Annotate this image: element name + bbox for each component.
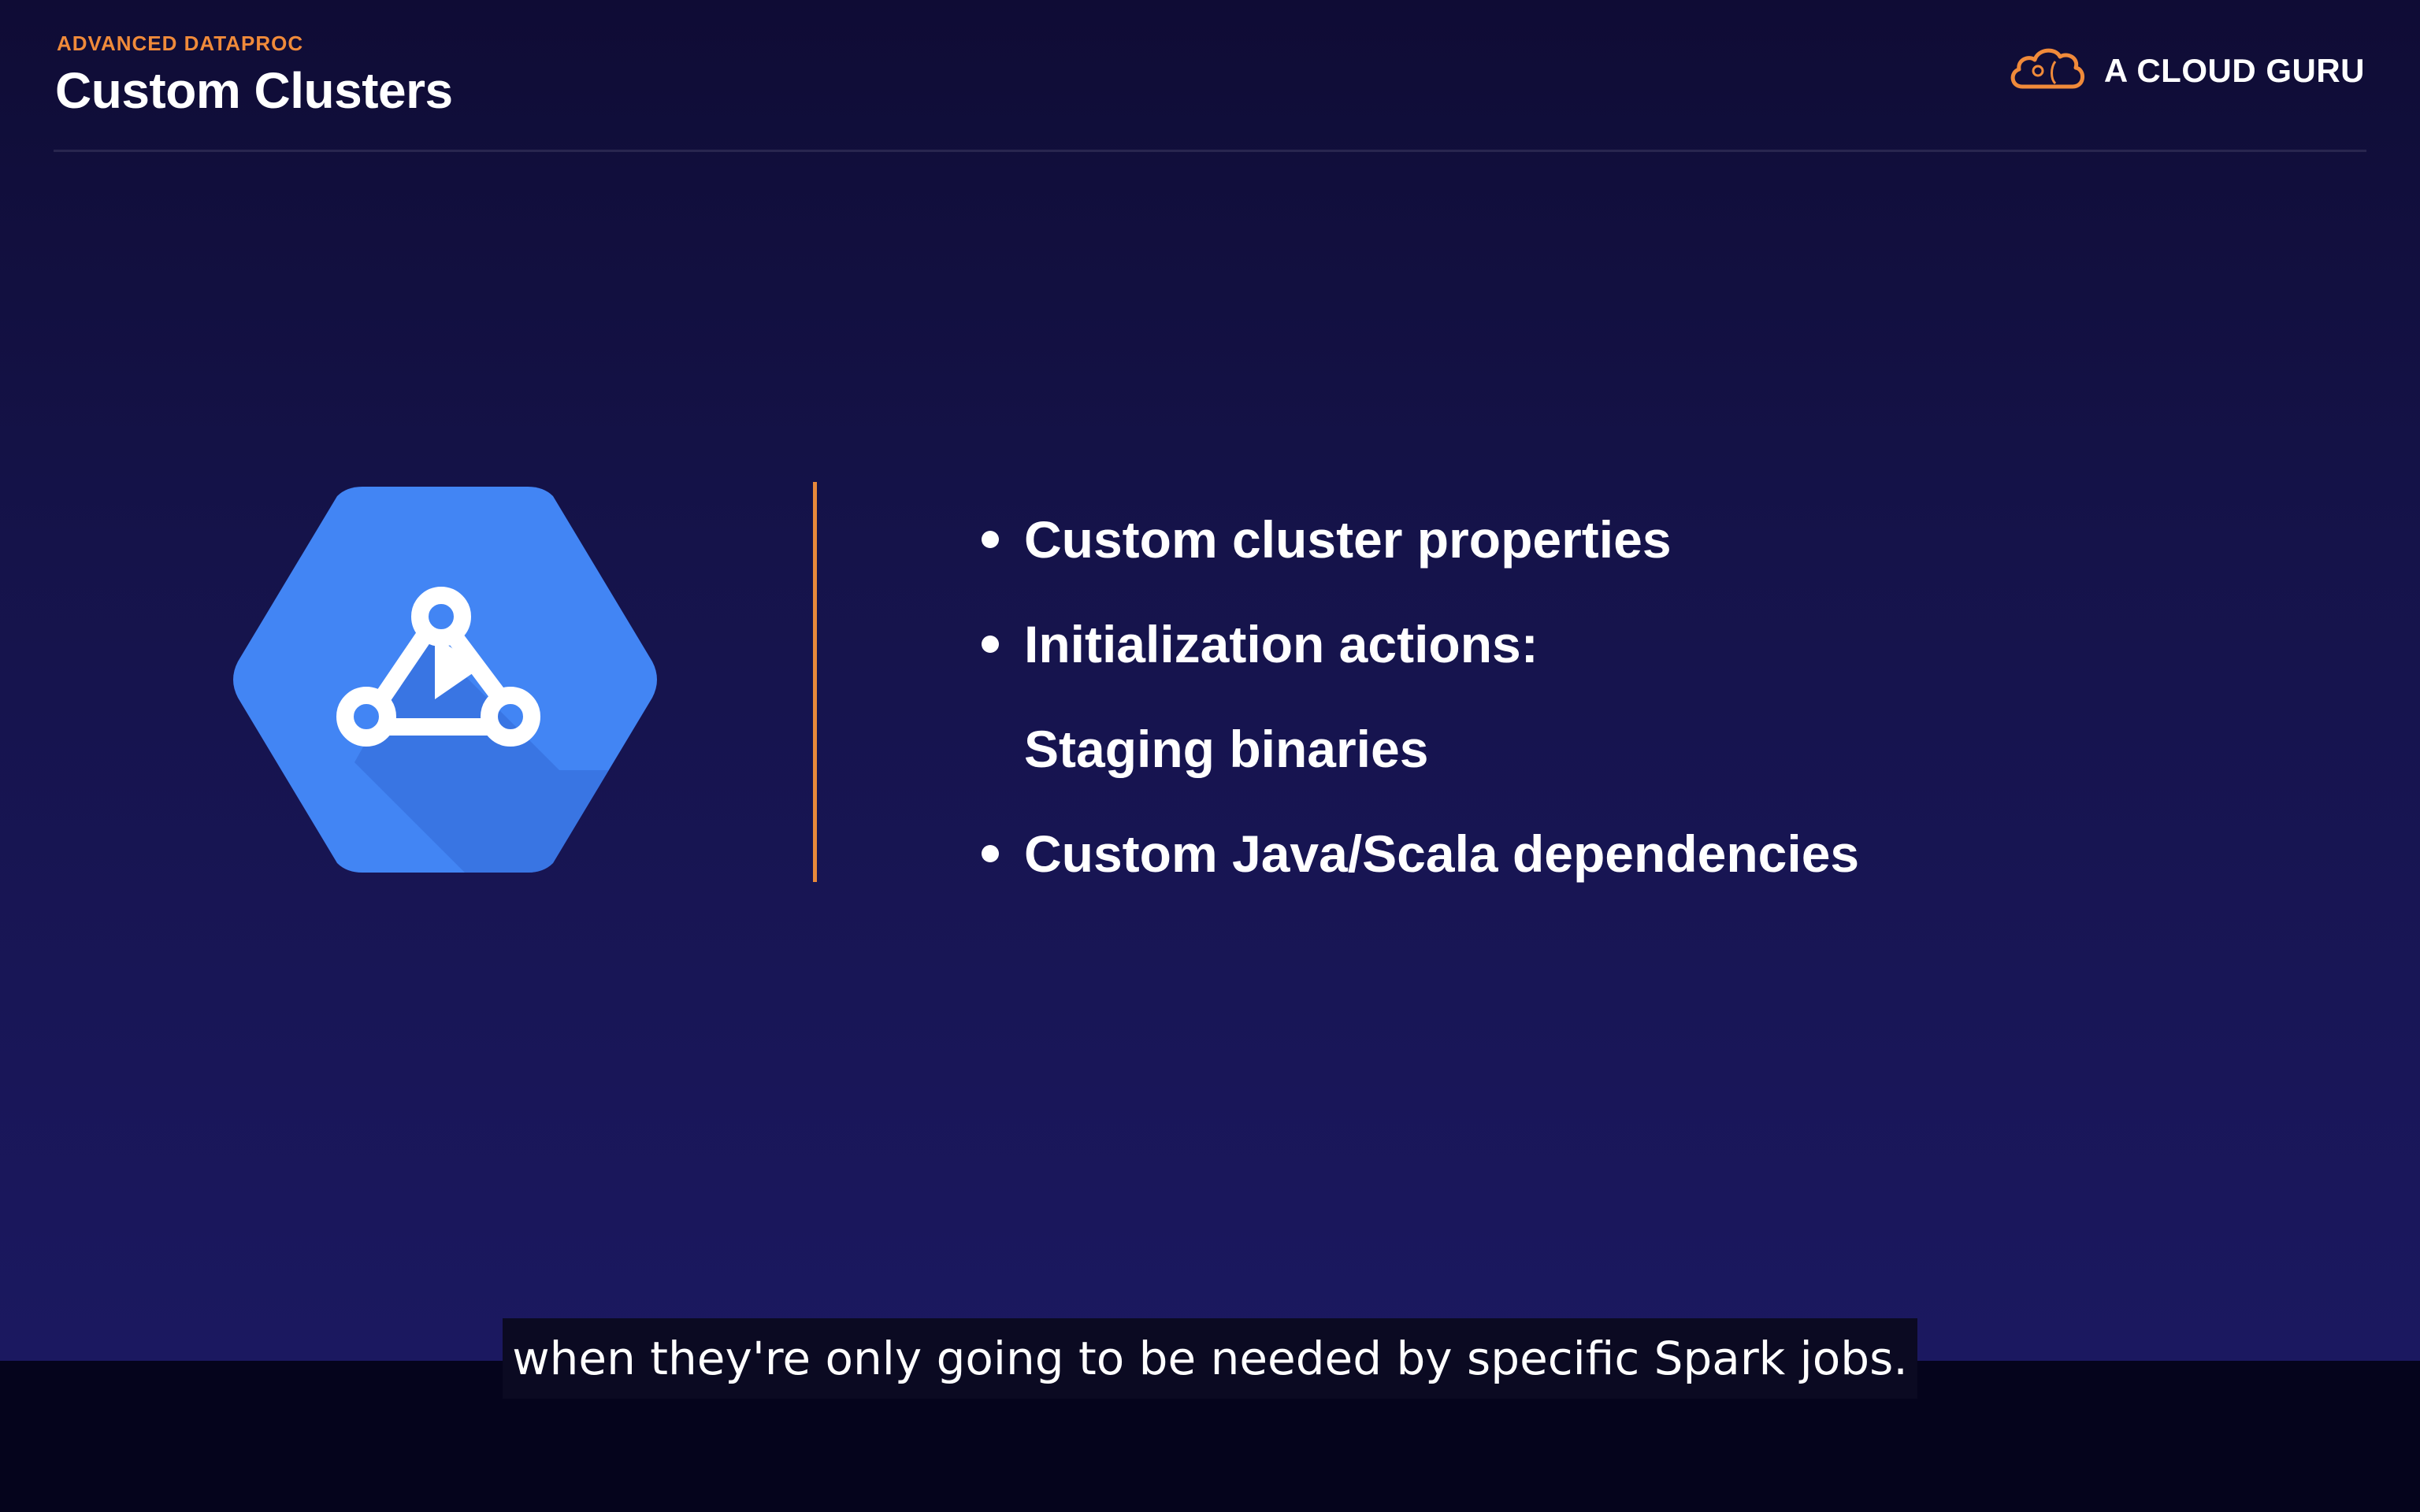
- list-item: Initialization actions:: [977, 591, 1859, 696]
- list-item: Custom Java/Scala dependencies: [977, 801, 1859, 906]
- section-divider: [813, 482, 817, 882]
- bullet-dot: [982, 635, 999, 653]
- bullet-text: Custom cluster properties: [1024, 510, 1672, 569]
- bullet-list: Custom cluster properties Initialization…: [977, 487, 1859, 906]
- dataproc-icon: [228, 487, 662, 873]
- section-kicker: ADVANCED DATAPROC: [57, 32, 304, 55]
- slide-title: Custom Clusters: [55, 62, 453, 119]
- brand-name: A CLOUD GURU: [2103, 51, 2365, 89]
- cloud-guru-icon: [2006, 44, 2088, 97]
- bullet-dot: [982, 844, 999, 862]
- subtitle-caption: when they're only going to be needed by …: [503, 1318, 1917, 1399]
- bullet-text: Staging binaries: [1024, 719, 1429, 778]
- bullet-dot: [982, 530, 999, 548]
- list-item-continuation: Staging binaries: [977, 696, 1859, 801]
- bullet-text: Initialization actions:: [1024, 614, 1538, 673]
- bullet-text: Custom Java/Scala dependencies: [1024, 824, 1860, 883]
- header-divider: [54, 150, 2366, 152]
- slide: ADVANCED DATAPROC Custom Clusters A CLOU…: [0, 0, 2420, 1361]
- brand-logo: A CLOUD GURU: [2006, 44, 2365, 97]
- list-item: Custom cluster properties: [977, 487, 1859, 591]
